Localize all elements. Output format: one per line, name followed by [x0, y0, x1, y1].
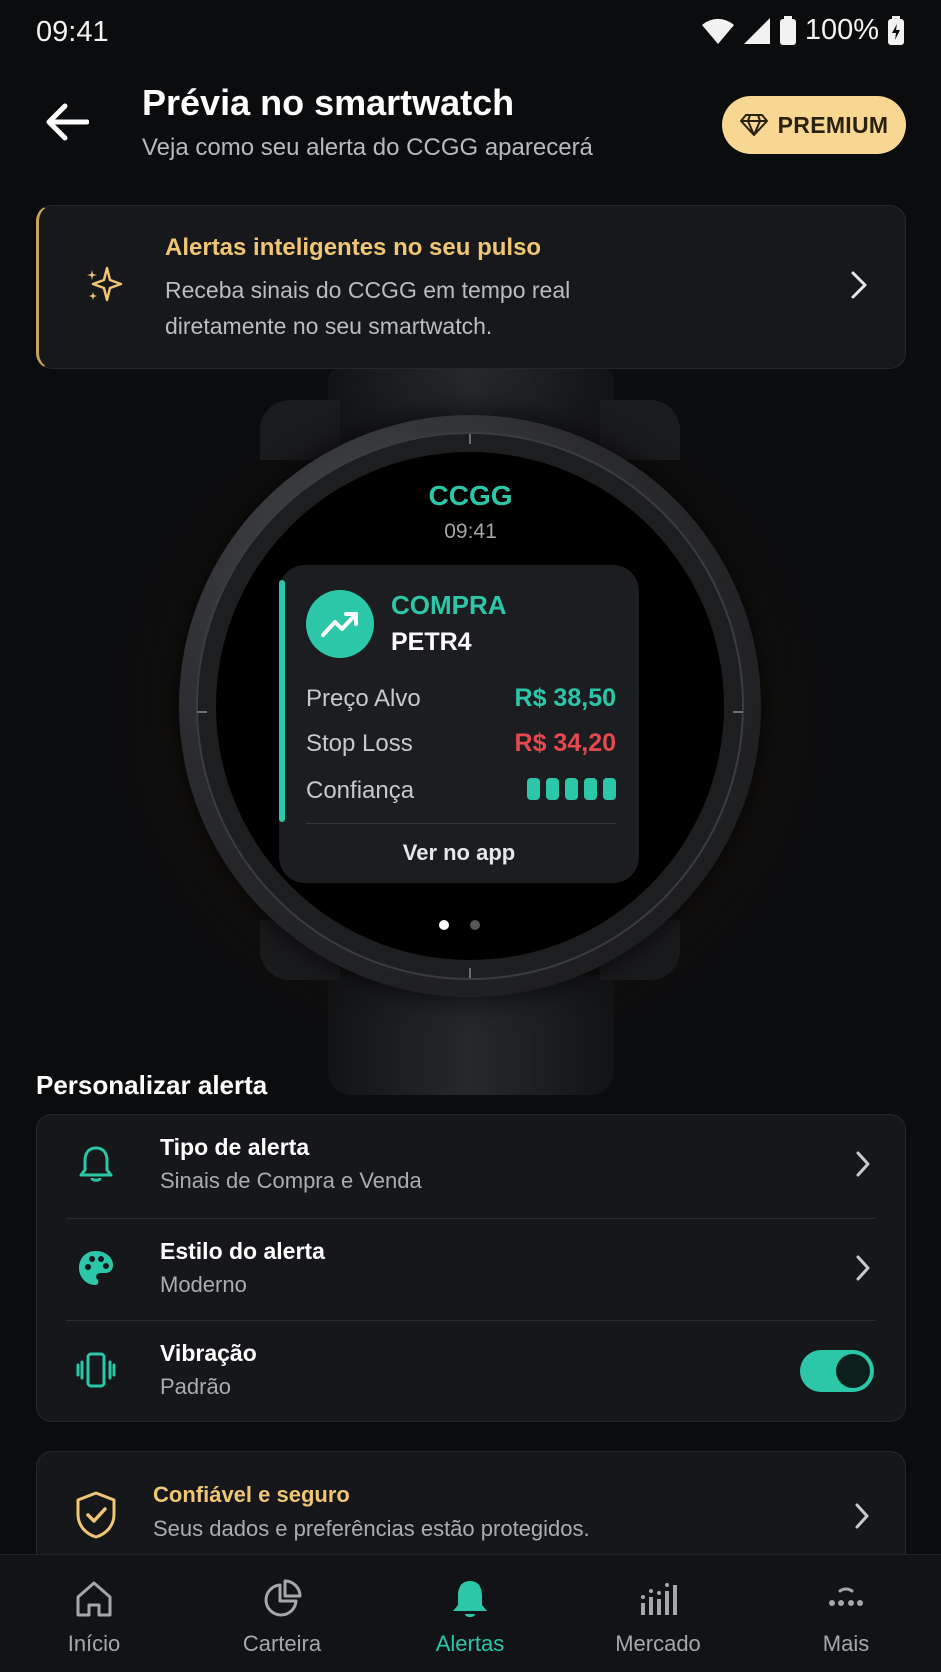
alert-style-row[interactable]: Estilo do alerta Moderno	[36, 1218, 906, 1320]
confidence-meter	[527, 778, 616, 800]
palette-icon	[74, 1246, 118, 1290]
nav-item-carteira[interactable]: Carteira	[188, 1555, 376, 1672]
confidence-bar	[546, 778, 559, 800]
premium-button[interactable]: PREMIUM	[722, 96, 906, 154]
trending-up-icon	[321, 612, 358, 637]
alert-type-title: Tipo de alerta	[160, 1134, 310, 1160]
chevron-right-icon	[855, 1503, 869, 1529]
smart-alerts-promo-card[interactable]: Alertas inteligentes no seu pulso Receba…	[36, 205, 906, 369]
watch-ticker: PETR4	[391, 628, 472, 656]
nav-label: Mercado	[615, 1631, 701, 1656]
bezel-tick	[469, 968, 471, 978]
watch-signal-action: COMPRA	[391, 590, 507, 620]
confidence-bar	[584, 778, 597, 800]
watch-card-accent-bar	[279, 580, 285, 822]
status-time: 09:41	[36, 16, 109, 48]
vibration-title: Vibração	[160, 1340, 257, 1366]
page-title: Prévia no smartwatch	[142, 82, 515, 123]
sparkles-icon	[87, 266, 123, 302]
trust-title: Confiável e seguro	[153, 1482, 350, 1507]
back-button[interactable]	[36, 92, 96, 152]
bell-icon	[446, 1575, 494, 1623]
nav-label: Início	[67, 1631, 121, 1656]
stop-loss-value: R$ 34,20	[514, 729, 616, 757]
watch-time: 09:41	[444, 520, 497, 543]
chevron-right-icon	[856, 1151, 870, 1177]
battery-icon	[779, 15, 796, 45]
confidence-bar	[527, 778, 540, 800]
alert-style-value: Moderno	[160, 1272, 247, 1297]
watch-open-app-link[interactable]: Ver no app	[279, 840, 639, 866]
home-icon	[70, 1575, 118, 1623]
bezel-tick	[197, 711, 207, 713]
vibration-icon	[74, 1348, 118, 1392]
bell-icon	[74, 1142, 118, 1186]
signal-icon	[743, 17, 770, 44]
confidence-label: Confiança	[306, 777, 415, 804]
watch-card-divider	[306, 823, 616, 824]
diamond-icon	[739, 114, 768, 136]
toggle-knob	[836, 1354, 870, 1388]
wifi-icon	[701, 18, 734, 44]
arrow-left-icon	[46, 103, 89, 141]
confidence-bar	[565, 778, 578, 800]
stop-loss-label: Stop Loss	[306, 730, 413, 757]
page-dot	[470, 920, 480, 930]
pie-chart-icon	[258, 1575, 306, 1623]
nav-label: Alertas	[435, 1631, 505, 1656]
nav-label: Carteira	[242, 1631, 322, 1656]
promo-text: Receba sinais do CCGG em tempo real dire…	[165, 277, 571, 339]
promo-title: Alertas inteligentes no seu pulso	[165, 234, 542, 261]
nav-label: Mais	[822, 1631, 870, 1656]
chevron-right-icon	[851, 271, 867, 299]
more-icon	[822, 1575, 870, 1623]
watch-app-name: CCGG	[428, 480, 513, 511]
bottom-navigation: Início Carteira Alertas Mercado Mais	[0, 1554, 941, 1672]
battery-charging-icon	[888, 15, 904, 45]
nav-item-alertas[interactable]: Alertas	[376, 1555, 564, 1672]
target-price-label: Preço Alvo	[306, 685, 421, 712]
alert-type-row[interactable]: Tipo de alerta Sinais de Compra e Venda	[36, 1114, 906, 1216]
trust-text: Seus dados e preferências estão protegid…	[153, 1516, 590, 1541]
customize-section-title: Personalizar alerta	[36, 1070, 268, 1100]
vibration-row: Vibração Padrão	[36, 1320, 906, 1422]
vibration-value: Padrão	[160, 1374, 231, 1399]
shield-check-icon	[76, 1491, 116, 1539]
nav-item-inicio[interactable]: Início	[0, 1555, 188, 1672]
bezel-tick	[469, 434, 471, 444]
nav-item-mais[interactable]: Mais	[752, 1555, 940, 1672]
status-icons: 100%	[701, 14, 905, 47]
battery-percent: 100%	[804, 14, 879, 46]
vibration-toggle[interactable]	[800, 1350, 874, 1392]
alert-type-value: Sinais de Compra e Venda	[160, 1168, 422, 1193]
trend-up-badge	[306, 590, 374, 658]
bezel-tick	[733, 711, 743, 713]
target-price-value: R$ 38,50	[514, 684, 616, 712]
chevron-right-icon	[856, 1255, 870, 1281]
nav-item-mercado[interactable]: Mercado	[564, 1555, 752, 1672]
page-dot-active	[439, 920, 449, 930]
alert-style-title: Estilo do alerta	[160, 1238, 325, 1264]
confidence-bar	[603, 778, 616, 800]
premium-label: PREMIUM	[777, 111, 889, 138]
bar-chart-icon	[634, 1575, 682, 1623]
page-subtitle: Veja como seu alerta do CCGG aparecerá	[142, 134, 593, 161]
